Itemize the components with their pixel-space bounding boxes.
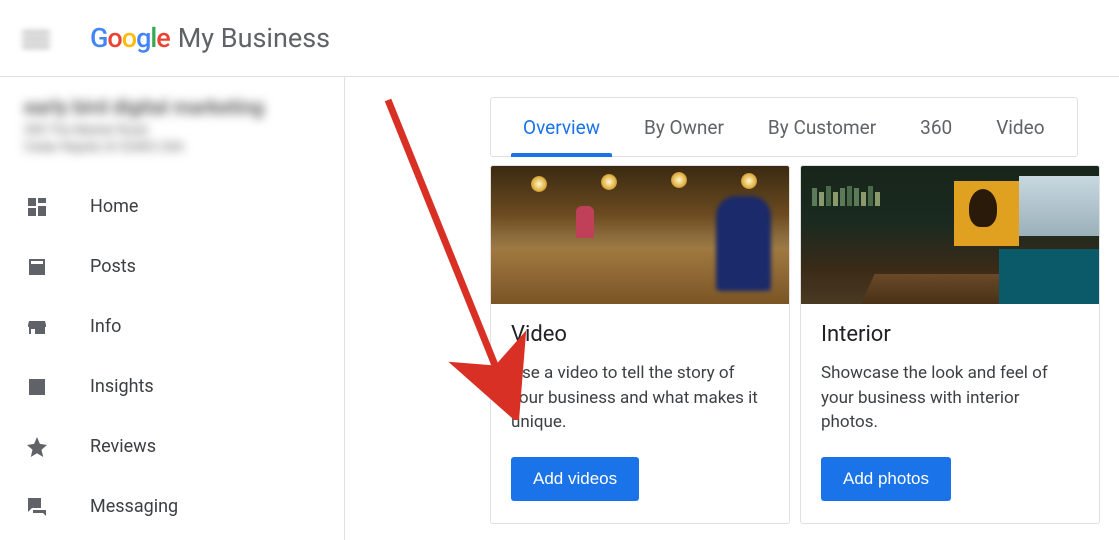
sidebar: early bird digital marketing 300 The Mar… [0, 77, 345, 540]
app-logo: Google My Business [90, 22, 330, 54]
video-card-description: Use a video to tell the story of your bu… [511, 361, 769, 435]
sidebar-item-insights[interactable]: Insights [0, 357, 344, 417]
tab-by-owner[interactable]: By Owner [622, 98, 746, 156]
business-address-1: 300 The Market Road [24, 123, 320, 140]
photos-tab-bar: Overview By Owner By Customer 360 Video [490, 97, 1078, 157]
sidebar-item-reviews[interactable]: Reviews [0, 417, 344, 477]
add-videos-button[interactable]: Add videos [511, 457, 639, 501]
storefront-icon [24, 314, 50, 340]
sidebar-label: Info [90, 316, 121, 337]
main-content: Overview By Owner By Customer 360 Video … [345, 77, 1119, 540]
google-logo-text: Google [90, 22, 170, 54]
sidebar-item-info[interactable]: Info [0, 297, 344, 357]
interior-card-description: Showcase the look and feel of your busin… [821, 361, 1079, 435]
add-photos-button[interactable]: Add photos [821, 457, 951, 501]
app-header: Google My Business [0, 0, 1119, 77]
sidebar-item-messaging[interactable]: Messaging [0, 477, 344, 537]
sidebar-label: Insights [90, 376, 154, 397]
tab-360[interactable]: 360 [898, 98, 974, 156]
hamburger-menu-icon[interactable] [22, 27, 50, 49]
business-info: early bird digital marketing 300 The Mar… [0, 95, 344, 177]
star-icon [24, 434, 50, 460]
sidebar-item-posts[interactable]: Posts [0, 237, 344, 297]
interior-card-title: Interior [821, 322, 1079, 347]
business-name: early bird digital marketing [24, 95, 320, 119]
tab-overview[interactable]: Overview [501, 98, 622, 156]
sidebar-label: Reviews [90, 436, 156, 457]
video-card-thumbnail [491, 166, 789, 304]
chat-icon [24, 494, 50, 520]
video-card: Video Use a video to tell the story of y… [490, 165, 790, 524]
sidebar-label: Home [90, 196, 138, 217]
interior-card-thumbnail [801, 166, 1099, 304]
tab-by-customer[interactable]: By Customer [746, 98, 898, 156]
sidebar-item-home[interactable]: Home [0, 177, 344, 237]
sidebar-label: Messaging [90, 496, 178, 517]
dashboard-icon [24, 194, 50, 220]
interior-card: Interior Showcase the look and feel of y… [800, 165, 1100, 524]
bar-chart-icon [24, 374, 50, 400]
business-address-2: Cedar Rapids IA 52402 USA [24, 140, 320, 157]
video-card-title: Video [511, 322, 769, 347]
tab-video[interactable]: Video [974, 98, 1066, 156]
sidebar-label: Posts [90, 256, 136, 277]
product-name: My Business [178, 22, 330, 54]
posts-icon [24, 254, 50, 280]
